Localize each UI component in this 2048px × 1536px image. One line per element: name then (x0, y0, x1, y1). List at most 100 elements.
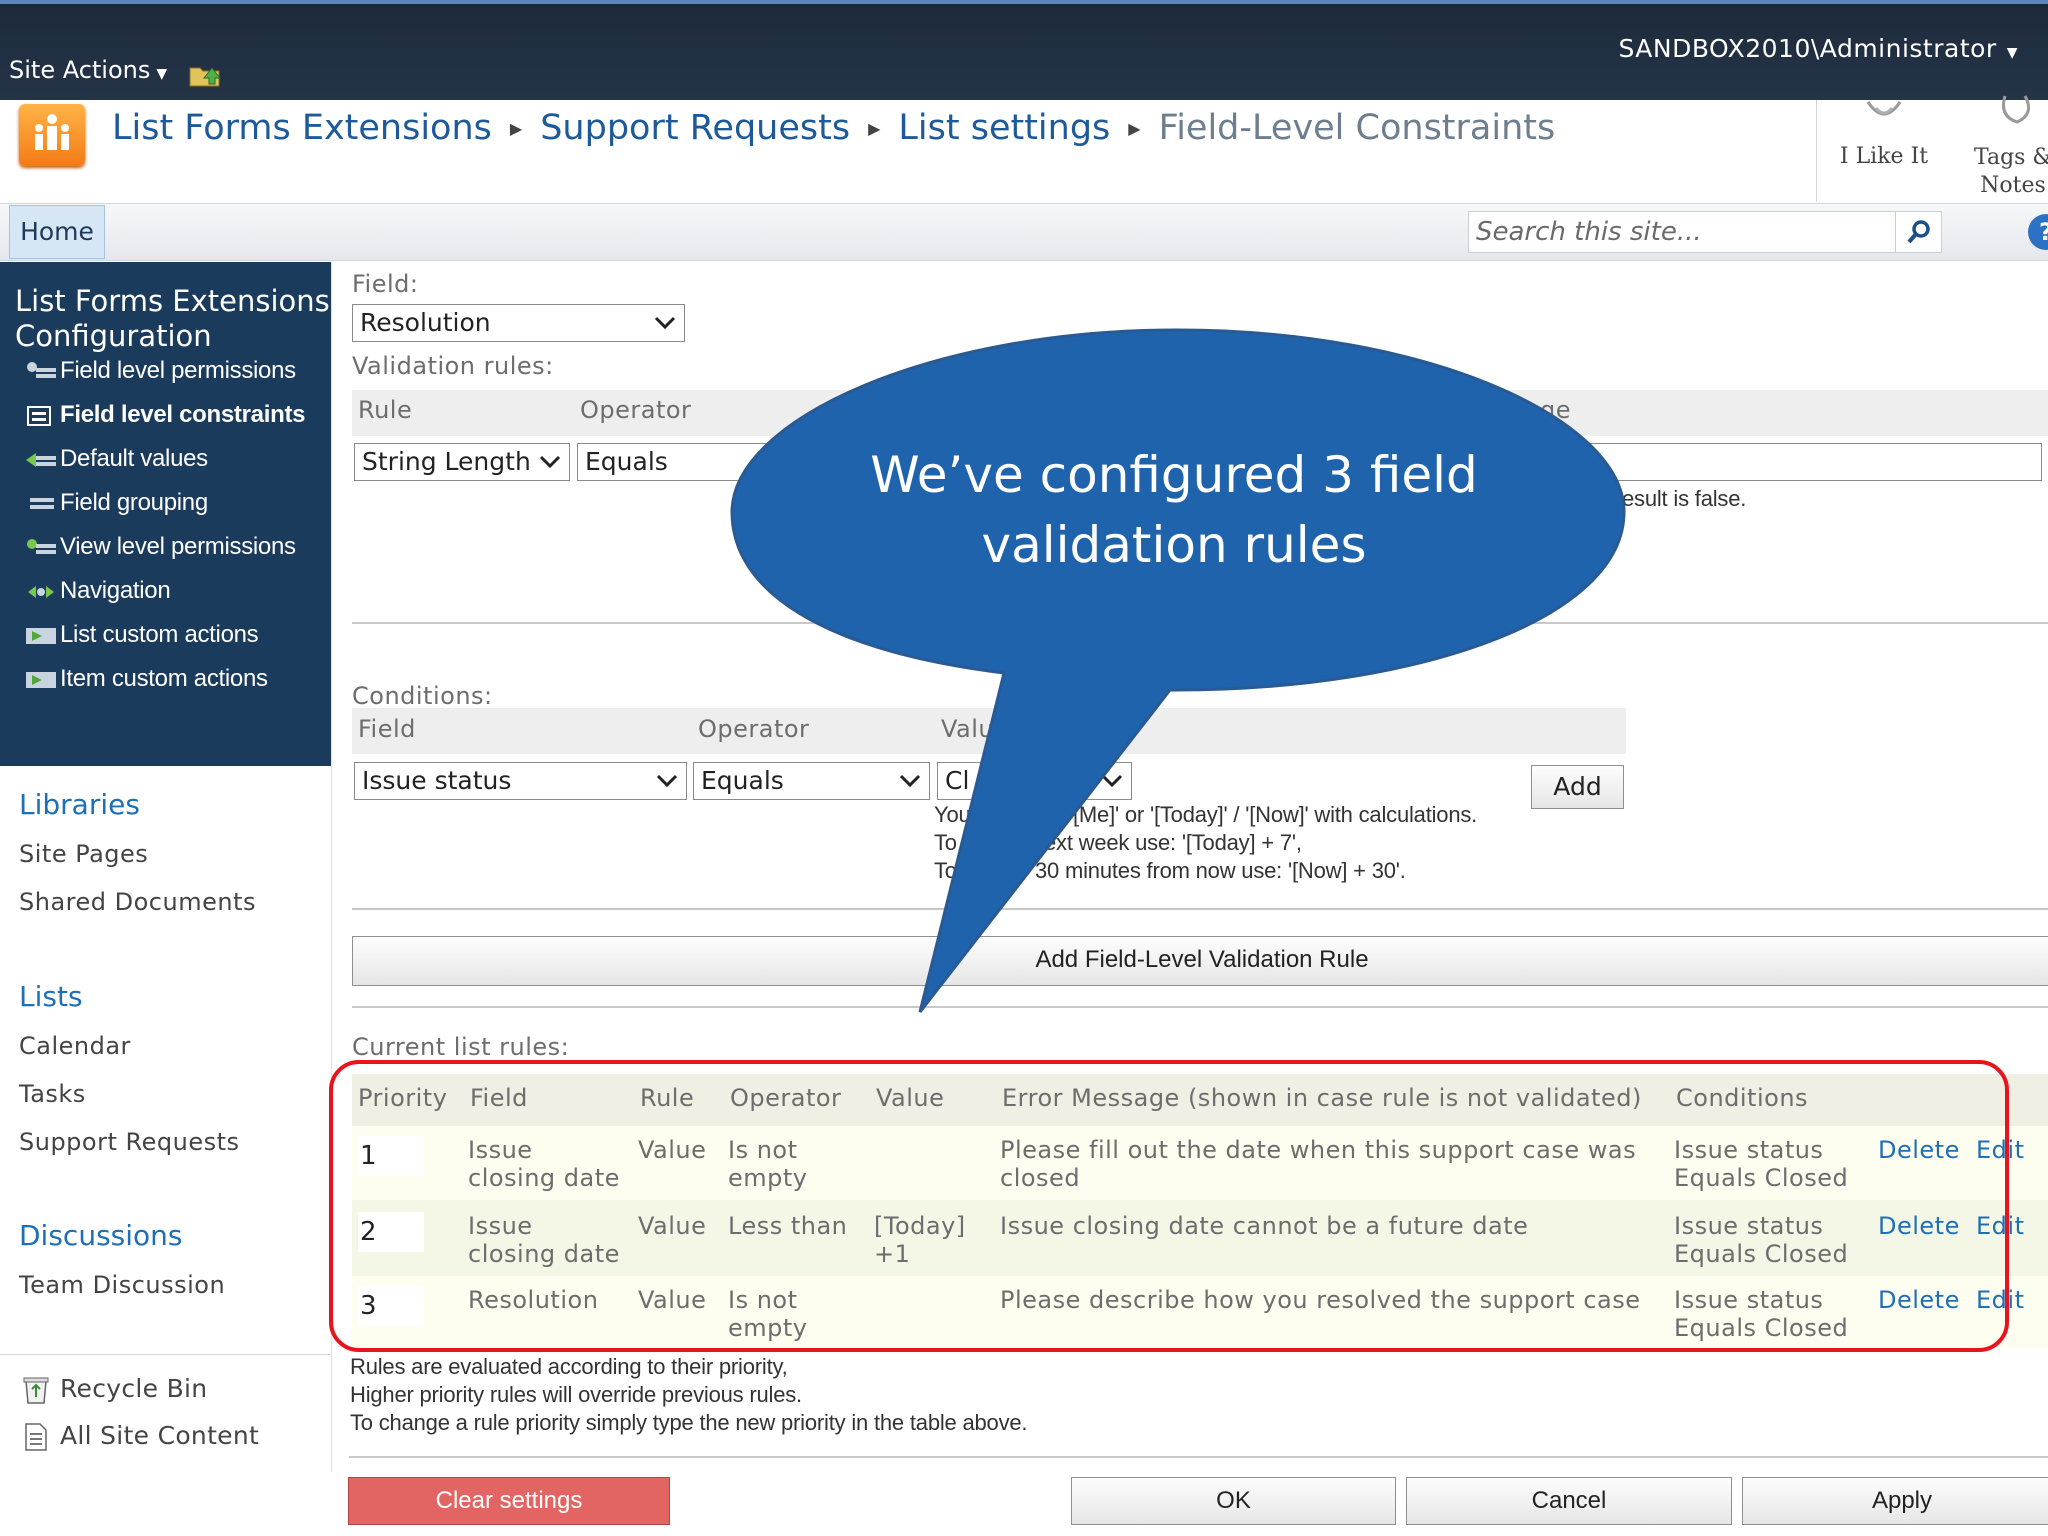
callout-text-line: We’ve configured 3 field (870, 446, 1478, 504)
config-item-label: Navigation (60, 577, 171, 604)
config-item-label: Default values (60, 445, 208, 472)
quicklaunch-heading-lists[interactable]: Lists (19, 980, 83, 1013)
config-item-list-custom-actions[interactable]: List custom actions (24, 621, 259, 657)
config-item-navigation[interactable]: Navigation (24, 577, 171, 613)
cond-value-select-value: Cl (945, 766, 970, 795)
priority-note: To change a rule priority simply type th… (350, 1410, 1028, 1435)
config-nav-title: List Forms Extensions Configuration (15, 284, 330, 353)
thumbs-up-icon (1866, 101, 1902, 116)
navigation-icon (28, 585, 54, 598)
constraints-icon (27, 405, 51, 426)
clear-settings-button[interactable]: Clear settings (348, 1477, 670, 1525)
priority-note: Rules are evaluated according to their p… (350, 1354, 788, 1379)
divider (349, 1456, 2048, 1458)
item-actions-icon (26, 671, 56, 688)
divider (352, 622, 2048, 624)
recycle-bin-label: Recycle Bin (60, 1374, 208, 1403)
search-icon (1907, 220, 1930, 244)
site-actions-menu[interactable]: Site Actions ▼ (9, 56, 167, 84)
view-permissions-icon (27, 538, 56, 554)
breadcrumb-link[interactable]: List Forms Extensions (112, 108, 492, 148)
cond-value-header-text: Valu (941, 715, 995, 743)
error-message-input[interactable] (1560, 443, 2042, 481)
navigate-up-icon[interactable] (188, 58, 224, 88)
operator-select-value: Equals (585, 447, 668, 476)
cond-operator-select[interactable]: Equals (693, 762, 930, 800)
config-item-item-custom-actions[interactable]: Item custom actions (24, 665, 268, 701)
site-content-icon (25, 1423, 47, 1451)
config-item-label: Field grouping (60, 489, 208, 516)
tags-notes-label: Tags & Notes (1973, 145, 2048, 198)
divider (0, 1354, 330, 1355)
quicklaunch-item[interactable]: Team Discussion (19, 1271, 225, 1299)
apply-button[interactable]: Apply (1742, 1477, 2048, 1525)
search-input[interactable] (1468, 211, 1896, 253)
site-logo-icon[interactable] (19, 104, 85, 166)
quicklaunch-item[interactable]: Site Pages (19, 840, 148, 868)
field-select[interactable]: Resolution (352, 304, 685, 342)
quicklaunch-item[interactable]: Shared Documents (19, 888, 256, 916)
search-button[interactable] (1896, 211, 1942, 253)
operator-select[interactable]: Equals (577, 443, 777, 481)
quicklaunch-item[interactable]: Support Requests (19, 1128, 240, 1156)
config-item-default-values[interactable]: Default values (24, 445, 208, 481)
divider (352, 908, 2048, 910)
config-item-view-level-permissions[interactable]: View level permissions (24, 533, 296, 569)
add-validation-rule-button[interactable]: Add Field-Level Validation Rule (352, 936, 2048, 986)
divider (352, 1006, 2048, 1008)
breadcrumb-current: Field-Level Constraints (1158, 108, 1556, 148)
quicklaunch-item[interactable]: Tasks (19, 1080, 86, 1108)
breadcrumb-link[interactable]: Support Requests (540, 108, 850, 148)
help-text-right: ext week use: '[Today] + 7', (1044, 830, 1302, 855)
quicklaunch-heading-discussions[interactable]: Discussions (19, 1219, 183, 1252)
config-item-field-grouping[interactable]: Field grouping (24, 489, 208, 525)
quicklaunch-item[interactable]: Calendar (19, 1032, 131, 1060)
grouping-icon (30, 497, 54, 509)
highlight-annotation (329, 1060, 2009, 1352)
breadcrumb: List Forms Extensions ▶ Support Requests ▶ L… (112, 108, 1555, 148)
chevron-down-icon: ▼ (2006, 45, 2018, 61)
callout-text: We’ve configured 3 field validation rule… (824, 440, 1524, 580)
help-text-left: To (934, 858, 957, 883)
all-site-content-link[interactable]: All Site Content (22, 1421, 259, 1452)
config-item-field-level-constraints[interactable]: Field level constraints (24, 401, 305, 437)
cond-value-column-header: Valu (941, 715, 994, 743)
chevron-down-icon (654, 316, 676, 330)
i-like-it-button[interactable]: I Like It (1834, 94, 1934, 169)
tags-notes-button[interactable]: Tags & Notes (1958, 94, 2048, 200)
tag-icon (2002, 95, 2031, 124)
chevron-down-icon (899, 774, 921, 788)
operator-column-header: Operator (580, 396, 692, 424)
config-item-field-level-permissions[interactable]: Field level permissions (24, 357, 296, 393)
tab-home[interactable]: Home (9, 205, 105, 259)
rule-column-header: Rule (358, 396, 413, 424)
cond-operator-select-value: Equals (701, 766, 784, 795)
cond-field-select-value: Issue status (362, 766, 512, 795)
config-item-label: View level permissions (60, 533, 296, 560)
cancel-button[interactable]: Cancel (1406, 1477, 1732, 1525)
divider (1816, 100, 1817, 202)
permissions-icon (27, 361, 56, 378)
default-values-icon (26, 452, 56, 467)
add-condition-button[interactable]: Add (1531, 765, 1624, 809)
cond-field-select[interactable]: Issue status (354, 762, 687, 800)
ok-button[interactable]: OK (1071, 1477, 1396, 1525)
message-note: esult is false. (1622, 486, 1747, 511)
rule-select-value: String Length (362, 447, 531, 476)
config-item-label: Field level constraints (60, 401, 306, 428)
cond-value-select[interactable]: Cl (937, 762, 1132, 800)
chevron-down-icon (1101, 774, 1123, 788)
recycle-bin-link[interactable]: Recycle Bin (22, 1374, 207, 1405)
all-site-content-label: All Site Content (60, 1421, 260, 1450)
config-item-label: Item custom actions (60, 665, 268, 692)
breadcrumb-link[interactable]: List settings (898, 108, 1110, 148)
chevron-down-icon (656, 774, 678, 788)
config-item-label: Field level permissions (60, 357, 296, 384)
rule-select[interactable]: String Length (354, 443, 570, 481)
cond-operator-column-header: Operator (698, 715, 810, 743)
validation-rules-label: Validation rules: (352, 352, 554, 380)
user-menu[interactable]: SANDBOX2010\Administrator ▼ (1618, 34, 2018, 63)
chevron-down-icon: ▼ (156, 66, 168, 82)
quicklaunch-heading-libraries[interactable]: Libraries (19, 788, 140, 821)
config-item-label: List custom actions (60, 621, 259, 648)
